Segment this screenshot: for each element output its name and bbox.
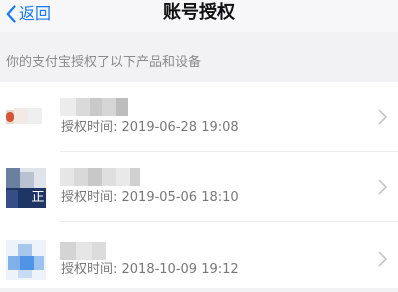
authorization-time: 授权时间: 2019-06-28 19:08 (61, 120, 239, 135)
authorization-list: 授权时间: 2019-06-28 19:08 正 授权时间: 2019-05-0… (0, 82, 398, 288)
chevron-right-icon (378, 109, 387, 125)
authorization-time: 授权时间: 2018-10-09 19:12 (61, 262, 239, 277)
authorization-time: 授权时间: 2019-05-06 18:10 (61, 190, 239, 205)
section-hint: 你的支付宝授权了以下产品和设备 (6, 55, 202, 70)
app-icon-text: 正 (31, 190, 45, 205)
chevron-right-icon (378, 179, 387, 195)
app-name-blurred (60, 98, 130, 116)
navigation-bar: 返回 账号授权 (0, 0, 398, 32)
app-name-blurred (60, 168, 140, 186)
authorization-row[interactable]: 正 授权时间: 2019-05-06 18:10 (0, 152, 398, 222)
app-icon: 正 (6, 168, 46, 208)
page-title: 账号授权 (163, 2, 235, 23)
chevron-right-icon (378, 251, 387, 267)
app-icon (6, 98, 46, 138)
app-name-blurred (60, 242, 108, 260)
app-icon (6, 240, 46, 280)
authorization-row[interactable]: 授权时间: 2018-10-09 19:12 (0, 222, 398, 292)
authorization-row[interactable]: 授权时间: 2019-06-28 19:08 (0, 82, 398, 152)
